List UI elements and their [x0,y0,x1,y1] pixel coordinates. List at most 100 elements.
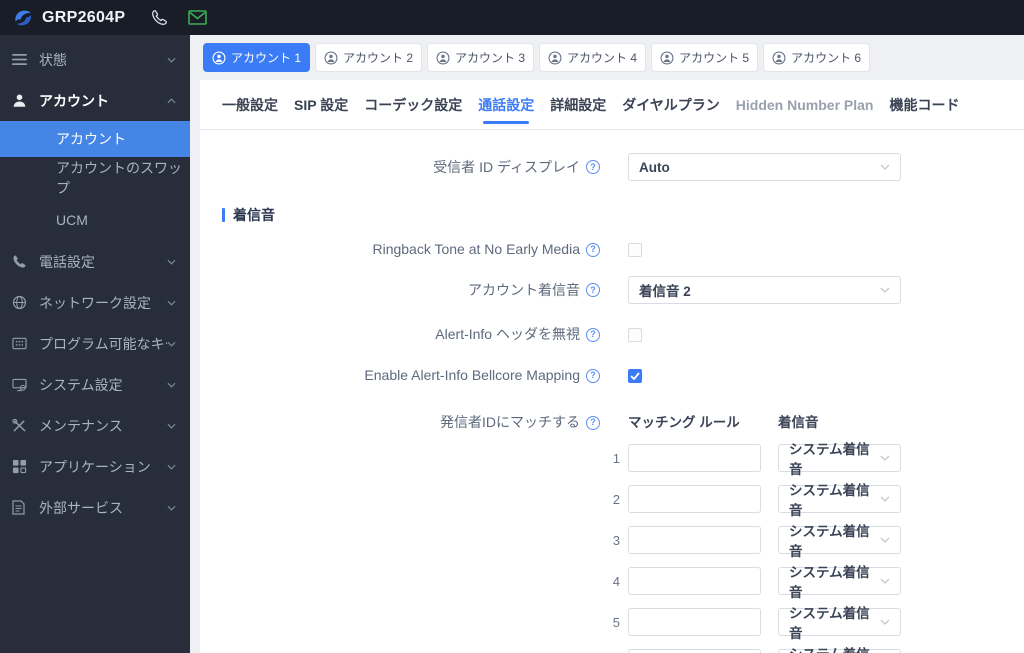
select-value: Auto [639,159,670,175]
account-tab-5[interactable]: アカウント 5 [651,43,759,72]
account-tab-1[interactable]: アカウント 1 [203,43,311,72]
chevron-down-icon [167,300,176,306]
match-rule-row-5: 5 システム着信音 [613,606,901,641]
ringtone-select-1[interactable]: システム着信音 [778,442,901,477]
tab-hidden-number-plan[interactable]: Hidden Number Plan [736,80,874,129]
tab-call-settings[interactable]: 通話設定 [478,80,534,129]
sidebar-item-applications[interactable]: アプリケーション [0,446,190,487]
chevron-down-icon [880,537,890,543]
chevron-down-icon [880,619,890,625]
sidebar-item-label: システム設定 [39,376,123,393]
chevron-down-icon [167,57,176,63]
account-ringtone-select[interactable]: 着信音 2 [628,276,901,304]
tab-general-settings[interactable]: 一般設定 [222,80,278,129]
help-icon[interactable]: ? [586,327,600,342]
ringtone-select-5[interactable]: システム着信音 [778,606,901,641]
sidebar-item-account[interactable]: アカウント [0,80,190,121]
sidebar-item-external-services[interactable]: 外部サービス [0,487,190,528]
sidebar-item-label: メンテナンス [39,417,123,434]
row-index: 5 [612,614,620,630]
tab-label: 機能コード [889,96,960,113]
ringtone-select-2[interactable]: システム着信音 [778,483,901,518]
bellcore-mapping-checkbox[interactable] [628,368,642,383]
sidebar-item-system-settings[interactable]: システム設定 [0,364,190,405]
callee-id-display-row: 受信者 ID ディスプレイ ? Auto [200,153,1024,181]
account-tab-label: アカウント 2 [343,51,414,65]
matching-rule-input-4[interactable] [628,567,761,595]
ringback-tone-label: Ringback Tone at No Early Media [372,241,580,257]
matching-rule-input-5[interactable] [628,608,761,636]
sidebar-item-network-settings[interactable]: ネットワーク設定 [0,282,190,323]
ringtone-select-4[interactable]: システム着信音 [778,565,901,600]
programmable-keys-icon [12,335,29,352]
callee-id-display-select[interactable]: Auto [628,153,901,181]
chevron-up-icon [167,97,176,104]
row-index: 2 [612,491,620,507]
chevron-down-icon [880,164,890,170]
sidebar-item-maintenance[interactable]: メンテナンス [0,405,190,446]
account-tab-label: アカウント 3 [455,51,526,65]
matching-rule-input-6[interactable] [628,649,761,653]
sidebar-item-label: 外部サービス [39,499,123,516]
account-tabs: アカウント 1 アカウント 2 アカウント 3 アカウント 4 アカウント 5 … [190,35,1024,80]
match-rule-row-6: 6 システム着信音 [628,647,901,653]
tab-codec-settings[interactable]: コーデック設定 [364,80,462,129]
match-table-header: マッチング ルール 着信音 [628,414,901,431]
status-list-icon [12,51,29,68]
ringtone-select-6[interactable]: システム着信音 [778,647,901,653]
sidebar-item-programmable-keys[interactable]: プログラム可能なキー [0,323,190,364]
match-rule-row-1: 1 システム着信音 [613,442,901,477]
callee-id-display-label: 受信者 ID ディスプレイ [433,158,580,175]
chevron-down-icon [167,382,176,388]
ringtone-select-3[interactable]: システム着信音 [778,524,901,559]
account-tab-2[interactable]: アカウント 2 [315,43,423,72]
matching-rule-input-2[interactable] [628,485,761,513]
chevron-down-icon [167,341,176,347]
sidebar-item-label: ネットワーク設定 [39,294,151,311]
sidebar-subitem-ucm[interactable]: UCM [0,199,190,241]
select-value: システム着信音 [789,565,870,600]
section-accent-bar [222,208,225,222]
sidebar-item-label: 電話設定 [39,253,95,270]
tab-label: ダイヤルプラン [622,96,720,113]
tab-label: 詳細設定 [550,96,607,113]
sidebar-subitem-account[interactable]: アカウント [0,121,190,157]
maintenance-tools-icon [12,417,29,434]
tab-dial-plan[interactable]: ダイヤルプラン [622,80,720,129]
sidebar-item-status[interactable]: 状態 [0,39,190,80]
applications-icon [12,458,29,475]
account-tab-3[interactable]: アカウント 3 [427,43,535,72]
matching-rule-input-1[interactable] [628,444,761,472]
select-value: システム着信音 [789,442,870,477]
row-index: 1 [612,450,620,466]
settings-panel: 一般設定 SIP 設定 コーデック設定 通話設定 詳細設定 ダイヤルプラン Hi… [200,80,1024,653]
help-icon[interactable]: ? [586,160,600,174]
main-area: アカウント 1 アカウント 2 アカウント 3 アカウント 4 アカウント 5 … [190,35,1024,653]
ringback-tone-checkbox[interactable] [628,242,642,257]
ignore-alert-info-checkbox[interactable] [628,327,642,342]
mail-icon[interactable] [188,10,208,25]
chevron-down-icon [880,578,890,584]
help-icon[interactable]: ? [586,415,600,430]
sidebar-subitem-account-swap[interactable]: アカウントのスワップ [0,157,190,199]
help-icon[interactable]: ? [586,242,600,257]
tab-advanced-settings[interactable]: 詳細設定 [550,80,606,129]
tab-label: コーデック設定 [364,96,463,113]
person-circle-icon [324,50,338,65]
match-rule-row-4: 4 システム着信音 [613,565,901,600]
matching-rule-column-header: マッチング ルール [628,415,740,430]
tab-sip-settings[interactable]: SIP 設定 [294,80,348,129]
device-title: GRP2604P [42,8,126,26]
tab-feature-codes[interactable]: 機能コード [889,80,959,129]
help-icon[interactable]: ? [586,368,600,383]
sidebar-item-phone-settings[interactable]: 電話設定 [0,241,190,282]
account-tab-6[interactable]: アカウント 6 [763,43,871,72]
account-tab-4[interactable]: アカウント 4 [539,43,647,72]
matching-rule-input-3[interactable] [628,526,761,554]
network-globe-icon [12,294,29,311]
help-icon[interactable]: ? [586,283,600,297]
account-ringtone-label: アカウント着信音 [468,281,580,298]
phone-handset-icon[interactable] [151,9,168,26]
grandstream-logo-icon [12,7,34,29]
account-ringtone-row: アカウント着信音 ? 着信音 2 [200,276,1024,304]
